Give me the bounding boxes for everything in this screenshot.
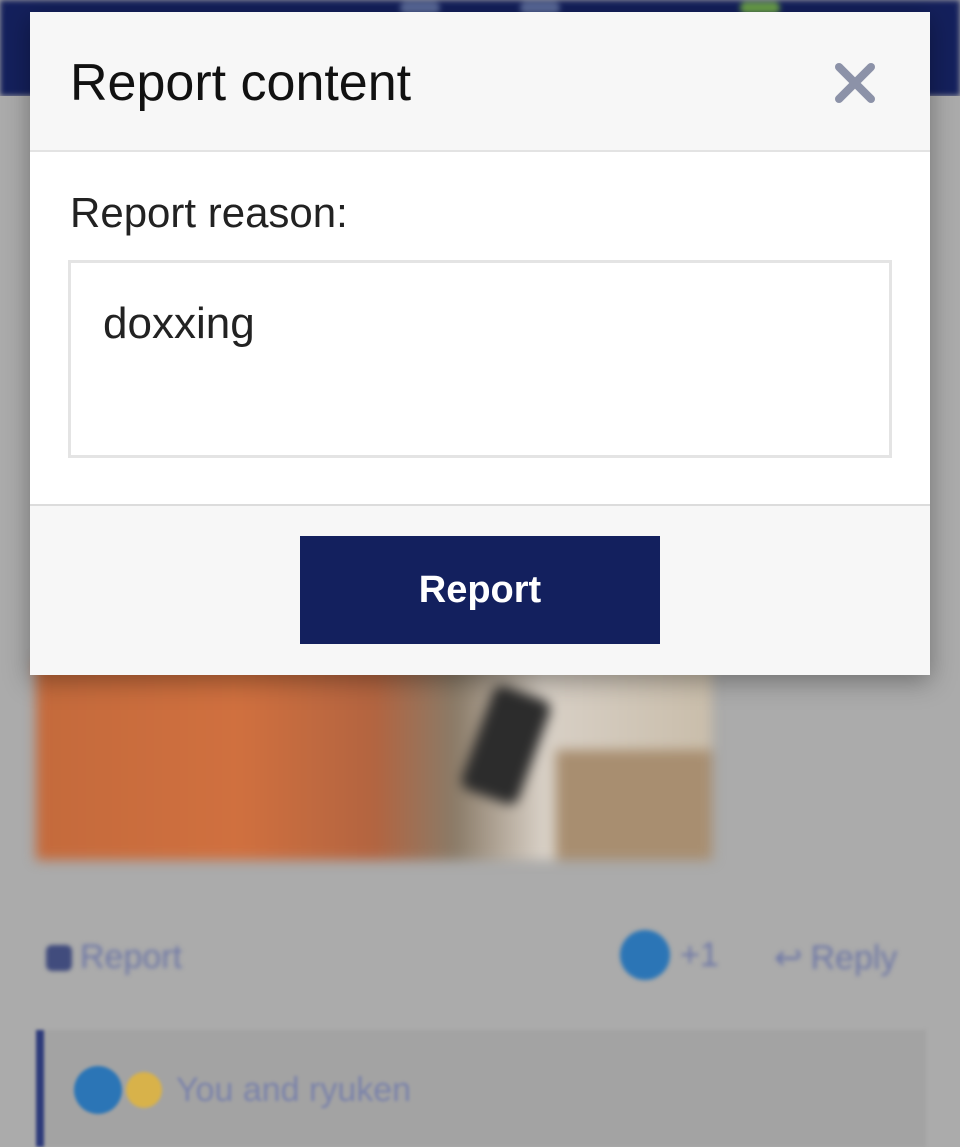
report-submit-button[interactable]: Report [300, 536, 660, 644]
like-reaction-icon [74, 1066, 122, 1114]
image-detail [458, 683, 554, 807]
reply-link[interactable]: ↩ Reply [774, 938, 897, 978]
emoji-reaction-icon [126, 1072, 162, 1108]
reactions-text: You and ryuken [176, 1070, 412, 1109]
reactions-summary[interactable]: You and ryuken [36, 1030, 926, 1147]
lock-icon [46, 944, 72, 971]
close-icon [835, 63, 875, 103]
dialog-body: Report reason: doxxing [30, 152, 930, 506]
reply-link-label: Reply [810, 938, 898, 977]
post-image [36, 660, 712, 860]
dialog-header: Report content [30, 12, 930, 152]
post-actions-bar: Report +1 ↩ Reply [40, 930, 930, 990]
report-reason-label: Report reason: [70, 189, 348, 236]
reaction-button[interactable]: +1 [620, 930, 719, 980]
like-reaction-icon [620, 930, 670, 980]
reaction-count: +1 [680, 935, 719, 974]
close-button[interactable] [830, 58, 880, 108]
dialog-footer: Report [30, 504, 930, 675]
report-link-label: Report [80, 938, 183, 976]
report-reason-input[interactable]: doxxing [68, 260, 892, 458]
dialog-title: Report content [70, 54, 412, 112]
report-link[interactable]: Report [46, 938, 182, 977]
reply-icon: ↩ [774, 939, 803, 977]
image-detail [556, 750, 712, 860]
report-content-dialog: Report content Report reason: doxxing Re… [30, 12, 930, 675]
